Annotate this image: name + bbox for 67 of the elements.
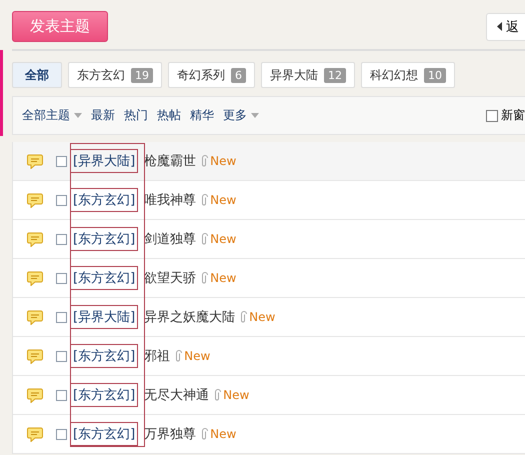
row-checkbox[interactable] bbox=[56, 234, 67, 244]
category-link[interactable]: [东方玄幻] bbox=[73, 230, 136, 248]
category-link[interactable]: [东方玄幻] bbox=[73, 269, 136, 287]
paperclip-icon bbox=[240, 311, 248, 323]
filter-link[interactable]: 更多 bbox=[223, 107, 259, 124]
new-window-checkbox[interactable]: 新窗 bbox=[486, 107, 525, 124]
thread-title[interactable]: 枪魔霸世 bbox=[144, 152, 196, 170]
thread-title[interactable]: 剑道独尊 bbox=[144, 230, 196, 248]
thread-title[interactable]: 万界独尊 bbox=[144, 425, 196, 443]
speech-bubble-icon bbox=[27, 154, 43, 168]
thread-title[interactable]: 无尽大神通 bbox=[144, 386, 210, 404]
row-checkbox[interactable] bbox=[56, 428, 67, 440]
paperclip-icon bbox=[201, 428, 208, 440]
row-checkbox[interactable] bbox=[56, 156, 67, 166]
row-checkbox[interactable] bbox=[56, 312, 67, 322]
category-link[interactable]: [东方玄幻] bbox=[73, 347, 136, 365]
back-button[interactable]: 返 bbox=[486, 12, 525, 40]
paperclip-icon bbox=[201, 194, 208, 206]
filter-link[interactable]: 热帖 bbox=[157, 107, 181, 124]
paperclip-icon bbox=[175, 350, 182, 362]
row-checkbox[interactable] bbox=[56, 194, 67, 206]
filter-link[interactable]: 最新 bbox=[91, 107, 115, 124]
paperclip-icon bbox=[201, 155, 208, 167]
row-checkbox[interactable] bbox=[56, 272, 67, 284]
new-label: New bbox=[249, 310, 276, 324]
category-tab[interactable]: 异界大陆 12 bbox=[261, 62, 355, 88]
new-label: New bbox=[210, 232, 236, 246]
caret-icon bbox=[74, 113, 82, 118]
category-link[interactable]: [东方玄幻] bbox=[73, 386, 136, 404]
category-link[interactable]: [异界大陆] bbox=[73, 308, 136, 326]
new-label: New bbox=[184, 349, 210, 363]
filter-link[interactable]: 精华 bbox=[190, 107, 214, 124]
thread-title[interactable]: 邪祖 bbox=[144, 347, 170, 365]
speech-bubble-icon bbox=[27, 426, 43, 442]
filter-link[interactable]: 全部主题 bbox=[22, 107, 82, 124]
speech-bubble-icon bbox=[27, 232, 43, 246]
category-link[interactable]: [东方玄幻] bbox=[73, 191, 136, 209]
row-checkbox[interactable] bbox=[56, 350, 67, 362]
thread-title[interactable]: 欲望天骄 bbox=[144, 269, 196, 287]
row-checkbox[interactable] bbox=[56, 390, 67, 400]
category-tab[interactable]: 奇幻系列 6 bbox=[168, 62, 255, 88]
speech-bubble-icon bbox=[27, 310, 43, 324]
speech-bubble-icon bbox=[27, 388, 43, 402]
left-triangle-icon bbox=[497, 22, 502, 31]
category-link[interactable]: [东方玄幻] bbox=[73, 425, 136, 443]
paperclip-icon bbox=[201, 272, 208, 284]
new-label: New bbox=[210, 427, 236, 441]
new-label: New bbox=[223, 388, 250, 402]
category-tab[interactable]: 东方玄幻 19 bbox=[68, 62, 162, 88]
new-label: New bbox=[210, 154, 236, 168]
count-badge: 19 bbox=[131, 68, 153, 82]
count-badge: 12 bbox=[324, 68, 346, 82]
category-link[interactable]: [异界大陆] bbox=[73, 152, 136, 170]
paperclip-icon bbox=[201, 233, 208, 245]
count-badge: 10 bbox=[424, 68, 446, 82]
speech-bubble-icon bbox=[27, 192, 43, 208]
new-label: New bbox=[210, 193, 236, 207]
paperclip-icon bbox=[214, 389, 222, 401]
category-tab[interactable]: 科幻幻想 10 bbox=[361, 62, 455, 88]
category-tab[interactable]: 全部 bbox=[12, 62, 62, 88]
new-label: New bbox=[210, 271, 236, 285]
caret-icon bbox=[251, 113, 259, 118]
thread-title[interactable]: 异界之妖魔大陆 bbox=[144, 308, 236, 326]
speech-bubble-icon bbox=[27, 348, 43, 364]
speech-bubble-icon bbox=[27, 270, 43, 286]
filter-link[interactable]: 热门 bbox=[124, 107, 148, 124]
count-badge: 6 bbox=[231, 68, 246, 82]
